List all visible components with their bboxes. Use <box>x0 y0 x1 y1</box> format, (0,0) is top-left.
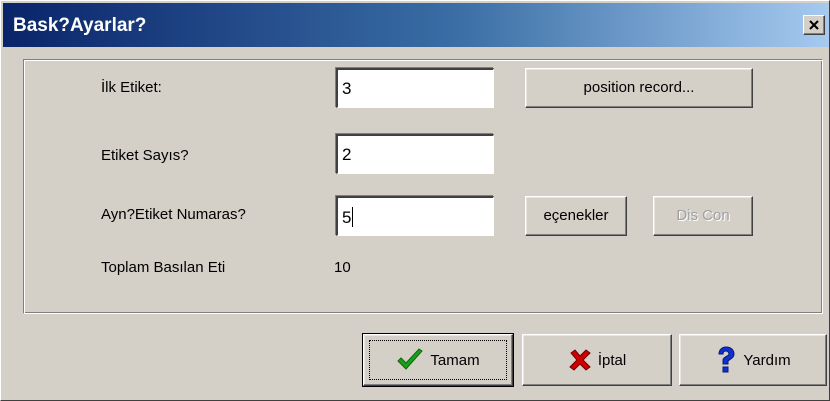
position-record-button[interactable]: position record... <box>525 68 753 108</box>
ok-button[interactable]: Tamam <box>362 333 514 387</box>
x-icon <box>569 349 591 371</box>
help-label: Yardım <box>743 351 791 369</box>
title-bar[interactable]: Bask?Ayarlar? <box>3 3 829 47</box>
ok-label: Tamam <box>430 351 480 369</box>
dis-con-label: Dis Con <box>676 207 730 224</box>
cancel-button[interactable]: İptal <box>522 334 672 386</box>
window-title: Bask?Ayarlar? <box>13 15 147 36</box>
label-count-value: 2 <box>342 145 352 164</box>
text-caret <box>352 207 354 227</box>
dis-con-button[interactable]: Dis Con <box>653 196 753 236</box>
same-label-number-value: 5 <box>342 208 352 227</box>
print-settings-dialog: Bask?Ayarlar? İlk Etiket: 3 position rec… <box>0 0 830 401</box>
total-printed-caption: Toplam Basılan Eti <box>101 259 226 276</box>
question-mark-icon <box>718 346 735 373</box>
label-count-input[interactable]: 2 <box>336 134 494 174</box>
first-label-caption: İlk Etiket: <box>101 79 162 96</box>
first-label-value: 3 <box>342 79 352 98</box>
position-record-label: position record... <box>583 79 695 96</box>
label-count-caption: Etiket Sayıs? <box>101 147 189 164</box>
total-printed-value: 10 <box>334 259 351 276</box>
options-button[interactable]: eçenekler <box>525 196 627 236</box>
same-label-number-caption: Ayn?Etiket Numaras? <box>101 206 246 223</box>
same-label-number-input[interactable]: 5 <box>336 196 494 236</box>
cancel-label: İptal <box>597 351 627 369</box>
first-label-input[interactable]: 3 <box>336 68 494 108</box>
close-icon <box>809 20 819 30</box>
options-label: eçenekler <box>543 207 609 224</box>
close-button[interactable] <box>803 15 825 35</box>
help-button[interactable]: Yardım <box>679 334 827 386</box>
checkmark-icon <box>397 348 424 370</box>
